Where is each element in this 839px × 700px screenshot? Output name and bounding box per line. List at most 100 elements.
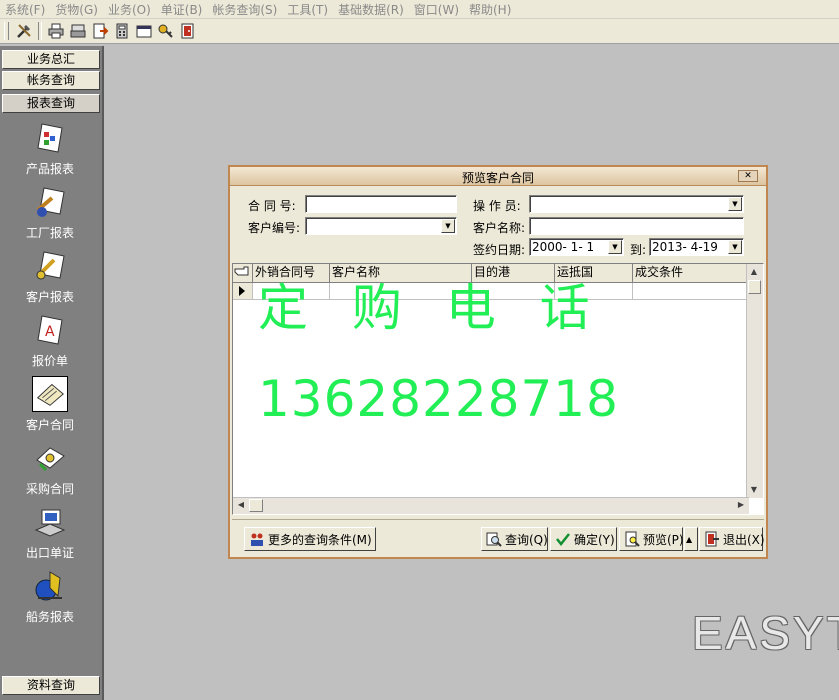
window-icon[interactable] <box>133 21 155 42</box>
close-icon[interactable]: ✕ <box>738 170 758 182</box>
exit-label: 退出(X) <box>723 532 765 547</box>
operator-select[interactable]: ▼ <box>529 195 744 213</box>
pointing-hand-icon <box>233 264 253 282</box>
grid-cell[interactable] <box>633 283 747 299</box>
watermark-line1: 定 购 电 话 <box>258 279 604 337</box>
customer-report-icon <box>36 251 65 280</box>
factory-report-icon <box>36 187 65 217</box>
nav-item-label: 产品报表 <box>25 162 74 176</box>
nav-item-label: 船务报表 <box>25 610 74 624</box>
query-label: 查询(Q) <box>505 532 548 547</box>
preview-button[interactable]: 预览(P) <box>619 527 684 551</box>
nav-item-quotation[interactable]: A 报价单 <box>0 312 100 374</box>
toolbar-separator <box>38 22 42 40</box>
column-header[interactable]: 成交条件 <box>633 264 747 282</box>
date-from-picker[interactable]: 2000- 1- 1 ▼ <box>529 238 624 256</box>
menu-item[interactable]: 系统(F) <box>0 1 50 18</box>
operator-label: 操 作 员: <box>473 199 521 213</box>
shipping-report-icon <box>35 571 62 601</box>
customer-name-input[interactable] <box>529 217 744 235</box>
ok-label: 确定(Y) <box>574 532 615 547</box>
customer-name-label: 客户名称: <box>473 221 526 235</box>
product-report-icon <box>37 123 63 153</box>
menu-item[interactable]: 帐务查询(S) <box>207 1 282 18</box>
exit-door-icon <box>705 531 719 547</box>
scroll-up-icon[interactable]: ▲ <box>747 265 761 279</box>
nav-business-summary[interactable]: 业务总汇 <box>2 50 100 69</box>
menu-item[interactable]: 货物(G) <box>50 1 103 18</box>
preview-dropdown-button[interactable]: ▲ <box>684 527 698 551</box>
svg-text:A: A <box>45 324 55 340</box>
preview-icon <box>625 531 640 547</box>
ok-button[interactable]: 确定(Y) <box>550 527 617 551</box>
nav-item-customer-report[interactable]: 客户报表 <box>0 248 100 310</box>
nav-item-factory-report[interactable]: 工厂报表 <box>0 184 100 246</box>
nav-item-label: 客户合同 <box>25 418 74 432</box>
scroll-left-icon[interactable]: ◀ <box>234 498 248 512</box>
print-icon[interactable] <box>45 21 67 42</box>
nav-item-label: 采购合同 <box>25 482 74 496</box>
scroll-thumb[interactable] <box>748 280 761 294</box>
nav-account-query[interactable]: 帐务查询 <box>2 71 100 90</box>
nav-item-shipping-report[interactable]: 船务报表 <box>0 568 100 630</box>
scroll-right-icon[interactable]: ▶ <box>734 498 748 512</box>
nav-item-product-report[interactable]: 产品报表 <box>0 120 100 182</box>
query-button[interactable]: 查询(Q) <box>481 527 548 551</box>
export-document-icon <box>34 509 66 537</box>
horizontal-scrollbar[interactable]: ◀ ▶ <box>233 497 749 514</box>
purchase-contract-icon <box>36 447 65 472</box>
tools-icon[interactable] <box>13 21 35 42</box>
people-icon <box>251 533 263 546</box>
contract-no-input[interactable] <box>305 195 457 213</box>
nav-report-query[interactable]: 报表查询 <box>2 94 100 113</box>
dialog-title: 预览客户合同 <box>461 171 534 185</box>
menu-item[interactable]: 基础数据(R) <box>333 1 409 18</box>
date-from-value: 2000- 1- 1 <box>532 240 595 254</box>
row-selector-icon <box>233 283 253 299</box>
checkmark-icon <box>556 533 570 547</box>
nav-item-label: 报价单 <box>31 354 68 368</box>
date-to-value: 2013- 4-19 <box>652 240 718 254</box>
vertical-scrollbar[interactable]: ▲ ▼ <box>746 264 763 498</box>
menu-bar: 系统(F) 货物(G) 业务(O) 单证(B) 帐务查询(S) 工具(T) 基础数据(R) 窗… <box>0 0 839 19</box>
exit-door-icon[interactable] <box>177 21 199 42</box>
watermark-line2: 13628228718 <box>258 370 619 428</box>
dialog-button-bar: 更多的查询条件(M) 查询(Q) 确定(Y) 预览(P) ▲ 退出(X) <box>232 519 765 556</box>
dialog-titlebar[interactable]: 预览客户合同 ✕ <box>230 167 766 186</box>
to-label: 到: <box>630 243 647 257</box>
nav-data-query[interactable]: 资料查询 <box>2 676 100 695</box>
chevron-down-icon[interactable]: ▼ <box>441 219 455 233</box>
more-conditions-label: 更多的查询条件(M) <box>268 532 372 547</box>
scroll-down-icon[interactable]: ▼ <box>747 483 761 497</box>
chevron-up-icon: ▲ <box>686 534 693 544</box>
menu-item[interactable]: 单证(B) <box>156 1 208 18</box>
chevron-down-icon[interactable]: ▼ <box>608 240 622 254</box>
customer-contract-icon <box>32 376 68 412</box>
nav-item-label: 出口单证 <box>25 546 74 560</box>
scroll-thumb[interactable] <box>249 499 263 512</box>
export-icon[interactable] <box>89 21 111 42</box>
chevron-down-icon[interactable]: ▼ <box>728 197 742 211</box>
nav-item-customer-contract[interactable]: 客户合同 <box>0 376 100 438</box>
menu-item[interactable]: 帮助(H) <box>464 1 516 18</box>
sign-date-label: 签约日期: <box>473 243 526 257</box>
more-conditions-button[interactable]: 更多的查询条件(M) <box>244 527 376 551</box>
menu-item[interactable]: 工具(T) <box>282 1 333 18</box>
customer-code-select[interactable]: ▼ <box>305 217 457 235</box>
key-icon[interactable] <box>155 21 177 42</box>
menu-item[interactable]: 窗口(W) <box>409 1 464 18</box>
preview-customer-contract-dialog: 预览客户合同 ✕ 合 同 号: 操 作 员: ▼ 客户编号: ▼ 客户名称: 签… <box>228 165 768 559</box>
preview-label: 预览(P) <box>643 532 684 547</box>
left-nav-panel: 业务总汇 帐务查询 报表查询 产品报表 工厂报表 客户报表 A 报价单 客户合同… <box>0 46 104 700</box>
toolbar-grip <box>4 22 9 40</box>
calculator-icon[interactable] <box>111 21 133 42</box>
menu-item[interactable]: 业务(O) <box>103 1 156 18</box>
exit-button[interactable]: 退出(X) <box>699 527 765 551</box>
print-preview-icon[interactable] <box>67 21 89 42</box>
nav-item-export-document[interactable]: 出口单证 <box>0 504 100 566</box>
nav-item-purchase-contract[interactable]: 采购合同 <box>0 440 100 502</box>
chevron-down-icon[interactable]: ▼ <box>728 240 742 254</box>
date-to-picker[interactable]: 2013- 4-19 ▼ <box>649 238 744 256</box>
nav-item-label: 客户报表 <box>25 290 74 304</box>
customer-code-label: 客户编号: <box>248 221 301 235</box>
